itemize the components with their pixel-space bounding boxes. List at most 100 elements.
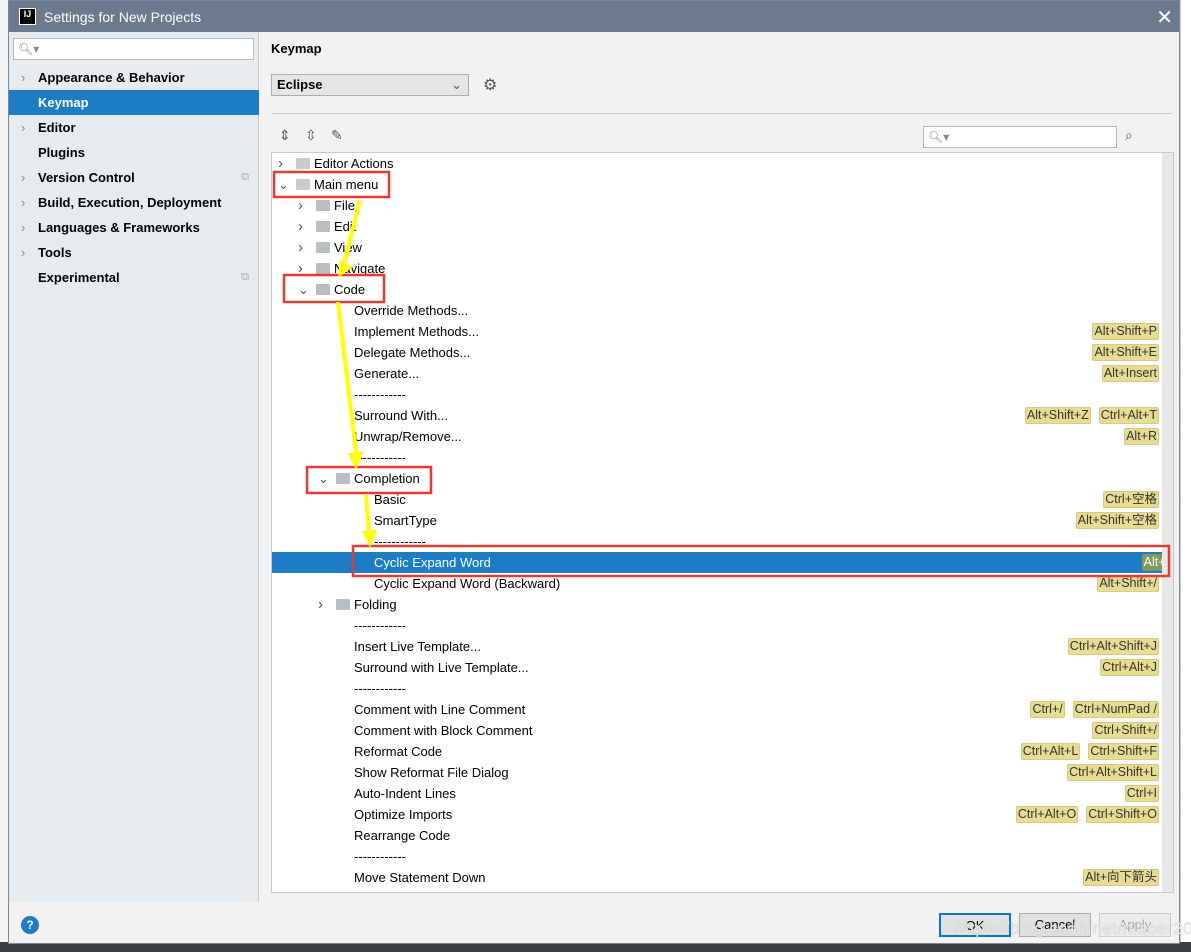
shortcut-badge: Ctrl+Shift+O [1086,806,1159,823]
sidebar-item-languages-frameworks[interactable]: › Languages & Frameworks [9,215,259,240]
actions-tree: › Editor Actions ⌄ Main menu › File › Edit › View… [271,152,1174,893]
sidebar-item-keymap[interactable]: Keymap [9,90,259,115]
tree-action[interactable]: Delegate Methods... Alt+Shift+E [272,342,1163,363]
sidebar-item-build-execution-deployment[interactable]: › Build, Execution, Deployment [9,190,259,215]
action-label: Delegate Methods... [354,345,471,360]
find-shortcut-icon[interactable]: ⌕ [1125,127,1133,144]
tree-action[interactable]: Optimize Imports Ctrl+Alt+O Ctrl+Shift+O [272,804,1163,825]
tree-action[interactable]: ------------ [272,447,1163,468]
tree-action[interactable]: Insert Live Template... Ctrl+Alt+Shift+J [272,636,1163,657]
tree-action[interactable]: Move Statement Down Alt+向下箭头 [272,867,1163,888]
tree-action[interactable]: ------------ [272,846,1163,867]
action-label: Unwrap/Remove... [354,429,462,444]
chevron-right-icon[interactable]: › [21,215,25,240]
tree-action[interactable]: ------------ [272,531,1163,552]
help-icon[interactable]: ? [21,916,39,934]
tree-action[interactable]: Unwrap/Remove... Alt+R [272,426,1163,447]
project-settings-icon: ⧉ [241,171,249,183]
tree-folder[interactable]: › Folding [272,594,1163,615]
cancel-button[interactable]: Cancel [1019,913,1091,937]
keymap-select[interactable]: Eclipse ⌄ [271,74,469,96]
close-icon[interactable]: ✕ [1156,5,1173,30]
shortcut-list: Ctrl+Alt+L Ctrl+Shift+F [1020,743,1159,760]
tree-action[interactable]: ------------ [272,384,1163,405]
expand-all-icon[interactable]: ⇕ [279,127,291,144]
keymap-search-input[interactable]: 🔍︎▾ [923,126,1117,148]
tree-folder[interactable]: ⌄ Completion [272,468,1163,489]
tree-action[interactable]: ------------ [272,615,1163,636]
tree-action[interactable]: Rearrange Code [272,825,1163,846]
edit-pencil-icon[interactable]: ✎ [331,127,343,144]
apply-button[interactable]: Apply [1099,913,1171,937]
tree-action[interactable]: Comment with Block Comment Ctrl+Shift+/ [272,720,1163,741]
search-icon: 🔍︎▾ [18,42,40,56]
sidebar-item-label: Appearance & Behavior [38,70,185,85]
sidebar-item-tools[interactable]: › Tools [9,240,259,265]
shortcut-badge: Ctrl+Shift+F [1088,743,1159,760]
action-label: ------------ [374,534,426,549]
tree-action[interactable]: Override Methods... [272,300,1163,321]
tree-action[interactable]: ------------ [272,678,1163,699]
gear-icon[interactable]: ⚙ [483,75,497,95]
shortcut-list: Ctrl+Alt+Shift+L [1067,764,1159,781]
shortcut-list: Alt+Shift+E [1092,344,1159,361]
tree-action[interactable]: Implement Methods... Alt+Shift+P [272,321,1163,342]
shortcut-badge: Ctrl+Alt+O [1015,806,1079,823]
tree-folder[interactable]: ⌄ Main menu [272,174,1163,195]
collapse-all-icon[interactable]: ⇳ [305,127,317,144]
chevron-right-icon[interactable]: › [298,237,303,258]
tree-action[interactable]: Basic Ctrl+空格 [272,489,1163,510]
tree-action[interactable]: Comment with Line Comment Ctrl+/ Ctrl+NumP… [272,699,1163,720]
tree-folder[interactable]: › View [272,237,1163,258]
action-label: Implement Methods... [354,324,479,339]
shortcut-badge: Ctrl+Alt+J [1100,659,1159,676]
shortcut-list: Alt+Shift+空格 [1075,512,1159,529]
tree-folder[interactable]: › Edit [272,216,1163,237]
tree-action[interactable]: Reformat Code Ctrl+Alt+L Ctrl+Shift+F [272,741,1163,762]
chevron-right-icon[interactable]: › [318,594,323,615]
chevron-down-icon[interactable]: ⌄ [278,174,289,195]
tree-action[interactable]: Cyclic Expand Word (Backward) Alt+Shift+/ [272,573,1163,594]
tree-action[interactable]: Surround with Live Template... Ctrl+Alt+J [272,657,1163,678]
action-label: Code [334,282,366,297]
chevron-right-icon[interactable]: › [21,115,25,140]
sidebar-item-version-control[interactable]: › Version Control ⧉ [9,165,259,190]
tree-action[interactable]: Cyclic Expand Word Alt+/ [272,552,1173,573]
chevron-right-icon[interactable]: › [21,165,25,190]
sidebar-item-appearance-behavior[interactable]: › Appearance & Behavior [9,65,259,90]
tree-folder[interactable]: › Editor Actions [272,153,1163,174]
tree-folder[interactable]: › Navigate [272,258,1163,279]
settings-search-input[interactable]: 🔍︎▾ [13,38,254,60]
sidebar-item-experimental[interactable]: Experimental ⧉ [9,265,259,290]
shortcut-list: Alt+Shift+P [1092,323,1159,340]
tree-action[interactable]: Generate... Alt+Insert [272,363,1163,384]
shortcut-badge: Alt+Shift+E [1092,344,1159,361]
chevron-down-icon[interactable]: ⌄ [298,279,309,300]
chevron-right-icon[interactable]: › [278,153,283,174]
tree-action[interactable]: Auto-Indent Lines Ctrl+I [272,783,1163,804]
keymap-value: Eclipse [277,77,323,92]
page-title: Keymap [271,41,322,56]
chevron-right-icon[interactable]: › [298,258,303,279]
sidebar-item-plugins[interactable]: Plugins [9,140,259,165]
folder-icon [336,599,350,610]
chevron-down-icon[interactable]: ⌄ [318,468,329,489]
chevron-right-icon[interactable]: › [298,195,303,216]
tree-action[interactable]: Show Reformat File Dialog Ctrl+Alt+Shift+… [272,762,1163,783]
ok-button[interactable]: OK [939,913,1011,937]
chevron-right-icon[interactable]: › [21,65,25,90]
chevron-right-icon[interactable]: › [298,216,303,237]
shortcut-list: Ctrl+I [1124,785,1159,802]
tree-action[interactable]: Surround With... Alt+Shift+Z Ctrl+Alt+T [272,405,1163,426]
chevron-right-icon[interactable]: › [21,240,25,265]
sidebar-item-editor[interactable]: › Editor [9,115,259,140]
tree-folder[interactable]: › File [272,195,1163,216]
chevron-right-icon[interactable]: › [21,190,25,215]
shortcut-badge: Alt+R [1124,428,1159,445]
tree-folder[interactable]: ⌄ Code [272,279,1163,300]
action-label: Insert Live Template... [354,639,481,654]
action-label: Completion [354,471,420,486]
vertical-scrollbar[interactable] [1162,153,1173,892]
action-label: Comment with Block Comment [354,723,533,738]
tree-action[interactable]: SmartType Alt+Shift+空格 [272,510,1163,531]
